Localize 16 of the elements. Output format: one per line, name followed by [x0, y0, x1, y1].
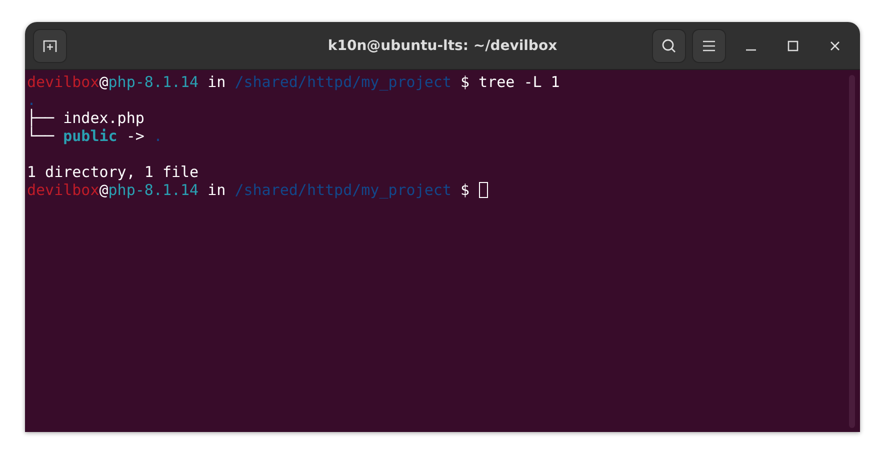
minimize-icon [746, 49, 756, 51]
terminal-line: ├── index.php [27, 109, 144, 127]
menu-button[interactable] [692, 28, 726, 62]
terminal-line: └── public -> . [27, 127, 162, 145]
terminal-line: 1 directory, 1 file [27, 163, 199, 181]
close-icon [829, 40, 841, 52]
terminal-line: devilbox@php-8.1.14 in /shared/httpd/my_project $ tree -L 1 [27, 73, 560, 91]
terminal-line: . [27, 91, 36, 109]
menu-icon [702, 40, 716, 52]
window-title: k10n@ubuntu-lts: ~/devilbox [328, 38, 558, 54]
search-icon [661, 38, 677, 54]
maximize-icon [787, 40, 799, 52]
new-tab-button[interactable] [33, 28, 67, 62]
new-tab-icon [42, 38, 58, 54]
search-button[interactable] [652, 28, 686, 62]
terminal-line: devilbox@php-8.1.14 in /shared/httpd/my_project $ [27, 181, 471, 199]
